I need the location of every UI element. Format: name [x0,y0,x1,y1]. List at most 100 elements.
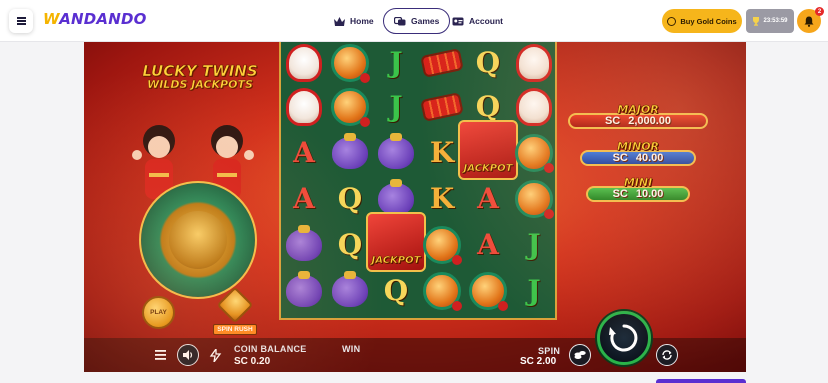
play-button[interactable]: PLAY [142,296,175,329]
symbol-coin [511,130,557,176]
bell-icon [804,16,814,27]
letter-j-icon: J [527,274,541,307]
symbol-j: J [373,42,419,86]
symbol-a: A [281,176,327,222]
lightning-icon [209,348,221,362]
sound-toggle-button[interactable] [177,344,199,366]
symbol-a: A [281,130,327,176]
letter-a-icon: A [293,182,315,215]
top-nav-bar: WANDANDO Home Games Account Buy Gold Coi… [0,0,828,42]
hamburger-menu-button[interactable] [9,9,33,33]
win-label: WIN [342,344,361,354]
nav-games-link[interactable]: Games [383,8,451,34]
symbol-k: K [419,176,465,222]
mini-jackpot-value: 10.00 [635,188,664,200]
nav-home-link[interactable]: Home [334,9,374,33]
hamburger-icon [16,20,26,22]
lucky-cat-icon [286,44,322,82]
minor-jackpot-value: 40.00 [635,152,664,164]
jackpot-envelope-icon: JACKPOT [366,212,426,272]
mini-jackpot-meter: MINI SC 10.00 [586,177,690,202]
bet-settings-button[interactable] [569,344,591,366]
symbol-coin [327,84,373,130]
coins-icon [574,351,586,359]
nav-account-link[interactable]: Account [452,9,503,33]
turbo-toggle-button[interactable] [208,348,222,362]
symbol-cat [511,84,557,130]
bottom-action-button-edge[interactable] [656,379,746,383]
daily-bonus-timer[interactable]: 23:53:59 [746,9,794,33]
symbol-bag [281,268,327,314]
letter-j-icon: J [389,46,403,79]
letter-a-icon: A [293,136,315,169]
game-menu-button[interactable] [154,349,166,361]
symbol-coin [511,176,557,222]
autoplay-button[interactable] [656,344,678,366]
lucky-cat-icon [516,44,552,82]
jackpot-envelope-icon: JACKPOT [458,120,518,180]
letter-q-icon: Q [337,182,363,215]
lion-dance-emblem [139,181,257,299]
symbol-cat [511,42,557,86]
spin-label: SPIN [538,346,561,356]
symbol-q: Q [465,42,511,86]
jackpot-symbol: JACKPOT [458,120,518,180]
symbol-bag [327,130,373,176]
symbol-fire [419,42,465,86]
rocket-icon [216,286,254,324]
money-bag-icon [286,271,322,307]
lion-head-icon [169,211,227,269]
letter-a-icon: A [477,228,499,261]
letter-j-icon: J [389,90,403,123]
jackpot-symbol-label: JACKPOT [371,255,421,267]
symbol-cat [281,42,327,86]
symbol-a: A [465,222,511,268]
symbol-q: Q [373,268,419,314]
jackpot-symbol-label: JACKPOT [463,163,513,175]
spin-button[interactable] [597,311,651,365]
crown-icon [334,16,345,26]
lucky-cat-icon [516,88,552,126]
symbol-coin [419,222,465,268]
gold-coin-icon [469,272,508,311]
gold-coin-icon [423,226,462,265]
gold-coin-icon [331,44,370,83]
letter-q-icon: Q [475,90,501,123]
major-jackpot-meter: MAJOR SC 2,000.00 [568,104,708,129]
major-jackpot-value: 2,000.00 [628,115,672,127]
menu-lines-icon [154,350,166,360]
gold-coin-icon [515,134,554,173]
spin-arrow-icon [609,324,638,352]
letter-q-icon: Q [337,228,363,261]
speaker-icon [182,350,192,360]
firecracker-icon [420,48,464,78]
slot-game-frame[interactable]: LUCKY TWINS WILDS JACKPOTS PLAY SPIN RUS… [84,42,746,372]
slot-reels-grid: A A Q Q J J JACKPOT Q K K Q Q JACKPOT A A J J [279,42,557,320]
spin-bet-value: SC 2.00 [520,356,557,367]
symbol-coin [419,268,465,314]
buy-gold-coins-button[interactable]: Buy Gold Coins [662,9,742,33]
letter-q-icon: Q [383,274,409,307]
gold-coin-icon [423,272,462,311]
spin-rush-button[interactable]: SPIN RUSH [210,286,260,335]
letter-a-icon: A [477,182,499,215]
symbol-coin [465,268,511,314]
site-logo[interactable]: WANDANDO [43,10,147,28]
jackpot-symbol: JACKPOT [366,212,426,272]
money-bag-icon [378,179,414,215]
gold-coin-icon [515,180,554,219]
symbol-j: J [511,268,557,314]
letter-j-icon: J [527,228,541,261]
id-card-icon [452,17,464,25]
symbol-bag [281,222,327,268]
gamepad-icon [394,16,406,25]
symbol-cat [281,84,327,130]
autoplay-icon [662,350,672,360]
coin-balance-label: COIN BALANCE [234,344,307,354]
firecracker-icon [420,92,464,122]
money-bag-icon [286,225,322,261]
symbol-j: J [511,222,557,268]
trophy-icon [753,16,760,26]
symbol-j: J [373,84,419,130]
money-bag-icon [332,133,368,169]
